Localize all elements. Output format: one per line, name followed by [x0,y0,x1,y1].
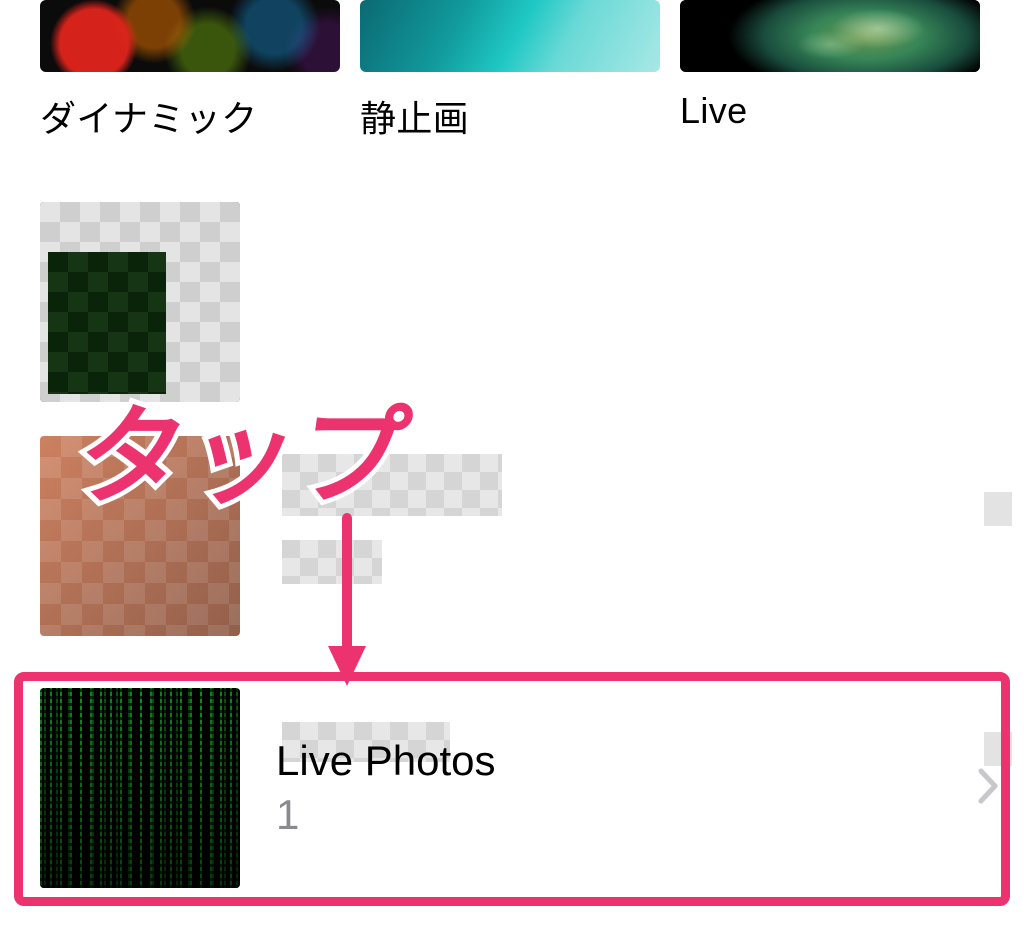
blurred-chevron-1 [984,492,1012,526]
album-title-live-photos: Live Photos [276,737,978,785]
category-live-label: Live [680,90,980,132]
category-dynamic-thumb [40,0,340,72]
category-live[interactable]: Live [680,0,980,142]
chevron-right-icon [978,768,1004,809]
category-dynamic-label: ダイナミック [40,90,340,142]
category-dynamic[interactable]: ダイナミック [40,0,340,142]
album-count-live-photos: 1 [276,791,978,839]
album-row-live-photos[interactable]: Live Photos 1 [0,688,1024,888]
category-still-label: 静止画 [360,90,660,142]
category-live-thumb [680,0,980,72]
album-thumb-live-photos [40,688,240,888]
wallpaper-category-row: ダイナミック 静止画 Live [0,0,1024,142]
annotation-tap-label: タップ [69,370,421,526]
category-still[interactable]: 静止画 [360,0,660,142]
annotation-arrow-icon [322,512,372,692]
album-text-blurred-1 [240,202,984,248]
category-still-thumb [360,0,660,72]
